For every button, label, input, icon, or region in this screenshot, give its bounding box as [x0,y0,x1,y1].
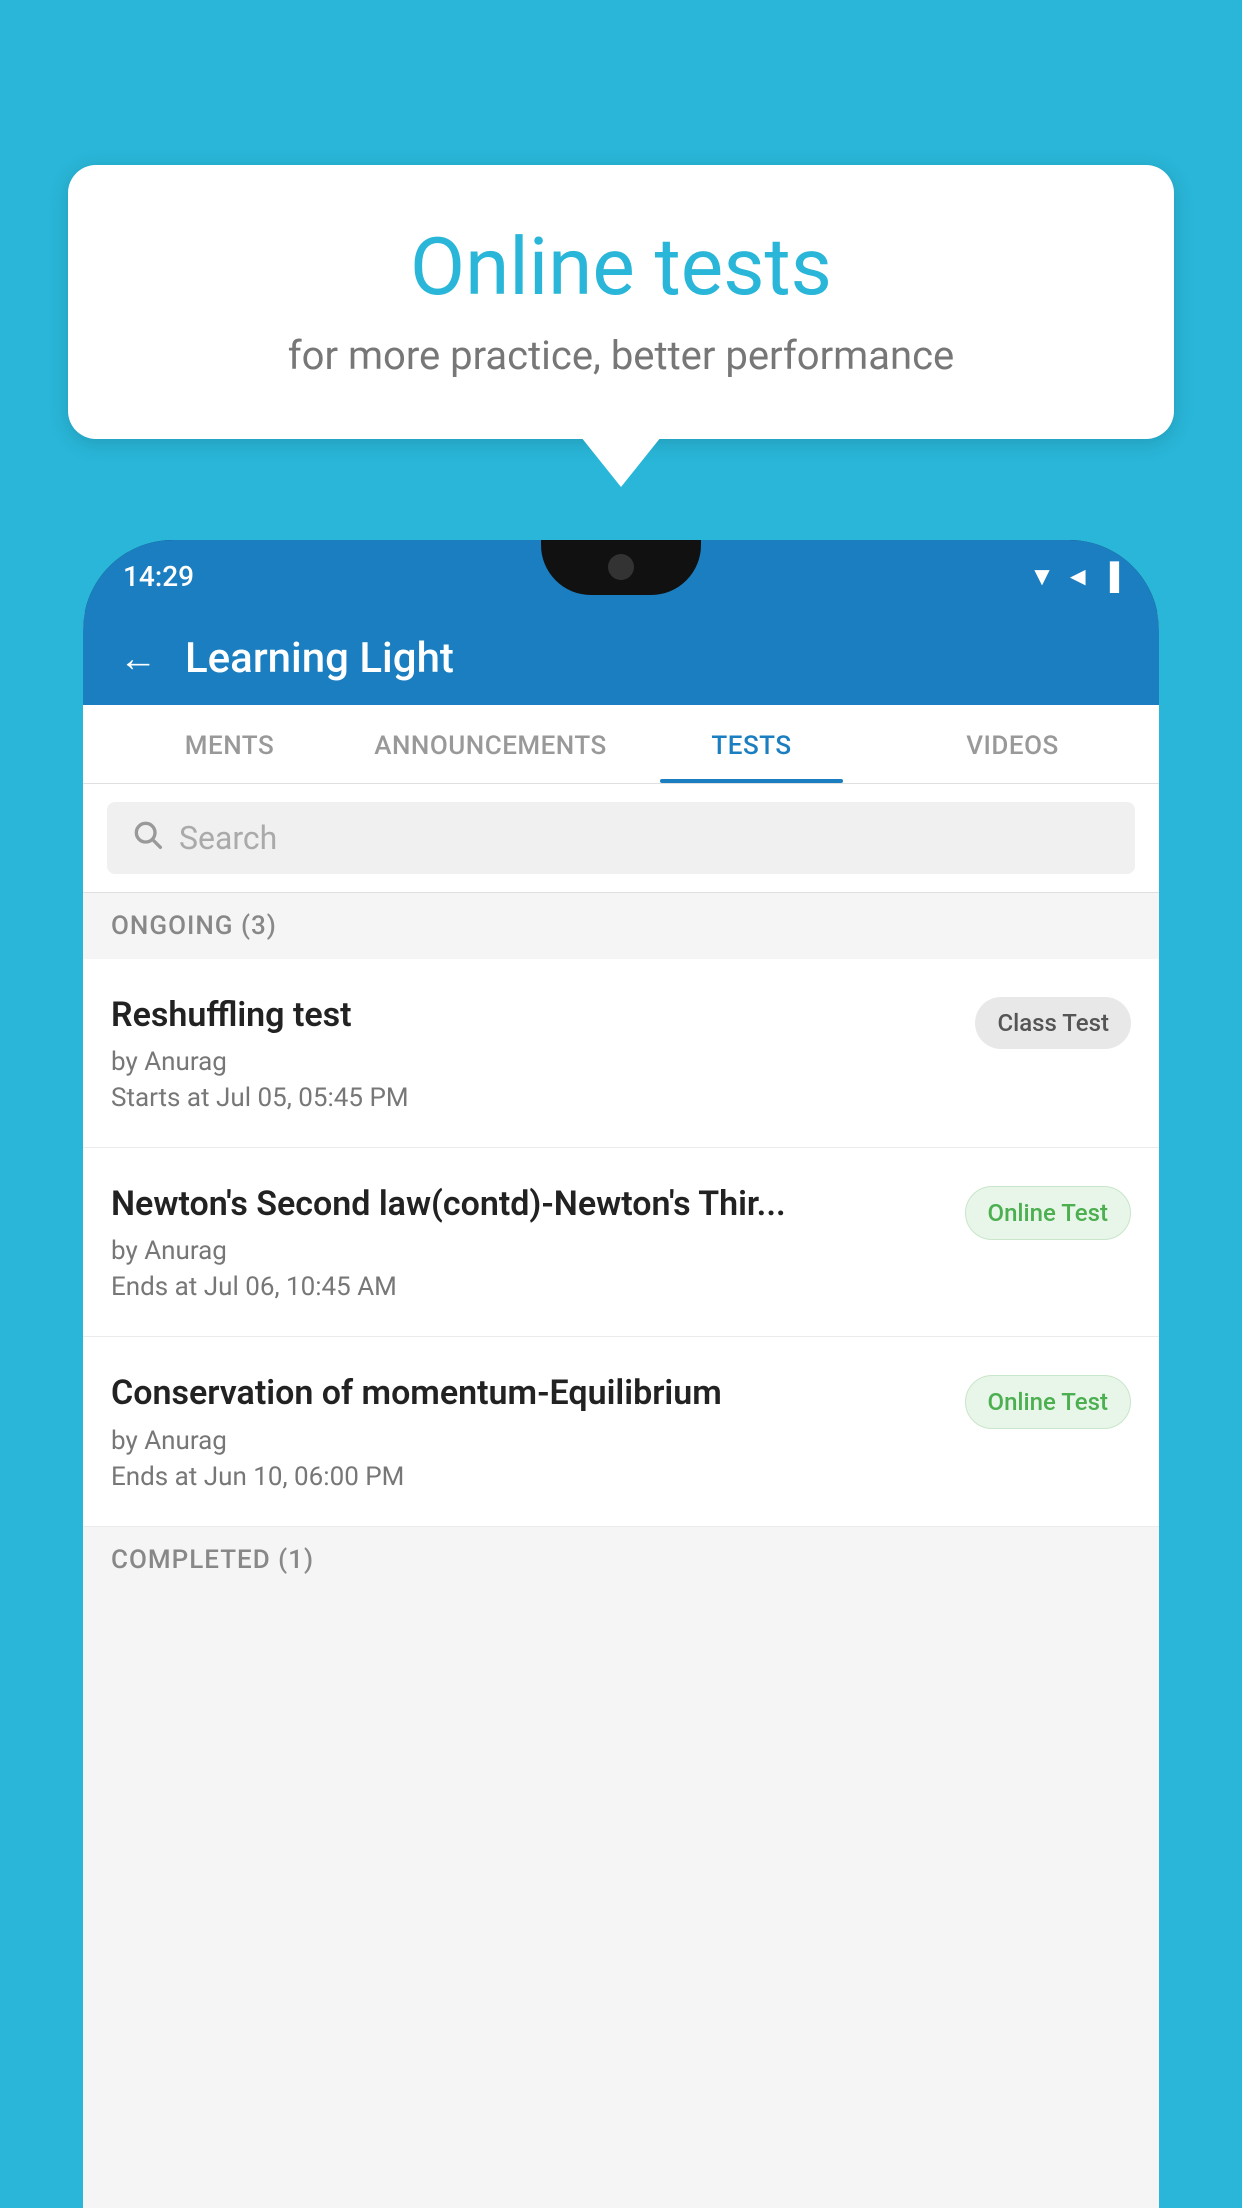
test-item[interactable]: Newton's Second law(contd)-Newton's Thir… [83,1148,1159,1337]
test-time: Starts at Jul 05, 05:45 PM [111,1083,955,1113]
tab-videos[interactable]: VIDEOS [882,705,1143,783]
tabs-bar: MENTS ANNOUNCEMENTS TESTS VIDEOS [83,705,1159,784]
battery-icon: ▐ [1101,561,1119,592]
test-name: Reshuffling test [111,993,955,1037]
speech-bubble: Online tests for more practice, better p… [68,165,1174,439]
search-container: Search [83,784,1159,893]
bubble-title: Online tests [128,220,1114,314]
search-icon [131,818,163,858]
status-bar: 14:29 ▼ ◄ ▐ [83,540,1159,612]
app-header: ← Learning Light [83,612,1159,705]
phone-inner: ← Learning Light MENTS ANNOUNCEMENTS TES… [83,612,1159,2208]
tab-announcements[interactable]: ANNOUNCEMENTS [360,705,621,783]
phone-frame: 14:29 ▼ ◄ ▐ ← Learning Light MENTS ANNOU… [83,540,1159,2208]
test-badge-class: Class Test [975,997,1131,1049]
bubble-subtitle: for more practice, better performance [128,332,1114,379]
test-badge-online-2: Online Test [965,1375,1131,1429]
test-name: Newton's Second law(contd)-Newton's Thir… [111,1182,945,1226]
search-input-wrap[interactable]: Search [107,802,1135,874]
search-placeholder: Search [179,819,277,857]
status-icons: ▼ ◄ ▐ [1029,561,1119,592]
app-title: Learning Light [185,634,454,683]
test-time: Ends at Jul 06, 10:45 AM [111,1272,945,1302]
test-info: Reshuffling test by Anurag Starts at Jul… [111,993,955,1113]
wifi-icon: ▼ [1029,561,1055,592]
test-time: Ends at Jun 10, 06:00 PM [111,1462,945,1492]
phone-notch [541,540,701,595]
test-item[interactable]: Reshuffling test by Anurag Starts at Jul… [83,959,1159,1148]
tab-tests[interactable]: TESTS [621,705,882,783]
signal-icon: ◄ [1065,561,1091,592]
camera-dot [608,554,634,580]
back-button[interactable]: ← [119,637,157,681]
ongoing-section-header: ONGOING (3) [83,893,1159,959]
completed-section-header: COMPLETED (1) [83,1527,1159,1593]
tab-ments[interactable]: MENTS [99,705,360,783]
test-author: by Anurag [111,1236,945,1266]
test-list: Reshuffling test by Anurag Starts at Jul… [83,959,1159,1527]
test-author: by Anurag [111,1426,945,1456]
status-time: 14:29 [123,560,194,593]
test-author: by Anurag [111,1047,955,1077]
test-info: Newton's Second law(contd)-Newton's Thir… [111,1182,945,1302]
test-info: Conservation of momentum-Equilibrium by … [111,1371,945,1491]
test-item[interactable]: Conservation of momentum-Equilibrium by … [83,1337,1159,1526]
test-name: Conservation of momentum-Equilibrium [111,1371,945,1415]
test-badge-online: Online Test [965,1186,1131,1240]
